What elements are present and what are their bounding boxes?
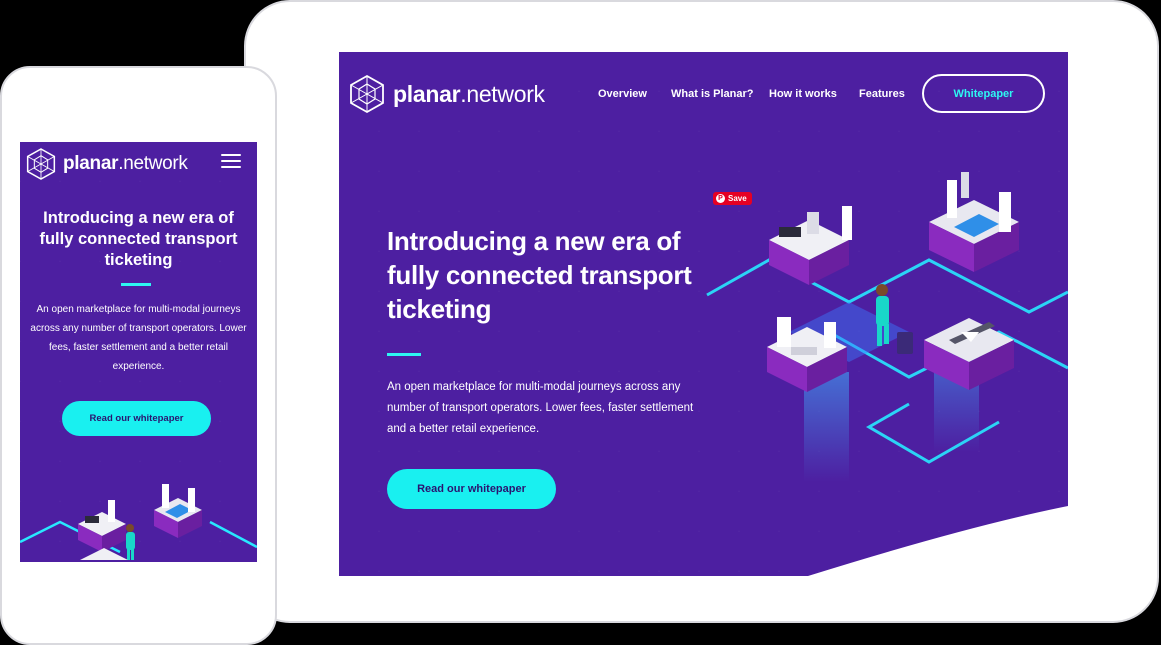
hero-title: Introducing a new era of fully connected… (387, 226, 692, 324)
tablet-screen: planar.network Overview What is Planar? … (339, 52, 1068, 576)
bus-station-block (78, 500, 126, 552)
whitepaper-nav-button[interactable]: Whitepaper (922, 74, 1045, 113)
bus-station-block (769, 206, 852, 285)
brand-wordmark: planar.network (63, 153, 188, 174)
nav-overview[interactable]: Overview (598, 88, 647, 100)
hero-title: Introducing a new era of fully connected… (39, 209, 238, 269)
read-whitepaper-button[interactable]: Read our whitepaper (387, 469, 556, 509)
harbour-block (154, 484, 202, 538)
brand-logo[interactable]: planar.network (26, 147, 188, 181)
hamburger-menu-icon[interactable] (221, 154, 241, 170)
isometric-city-illustration (20, 484, 257, 560)
hero-description: An open marketplace for multi-modal jour… (387, 381, 694, 435)
bottom-curve-decoration (808, 506, 1068, 576)
nav-features[interactable]: Features (859, 88, 905, 100)
phone-screen: planar.network Introducing a new era of … (20, 142, 257, 562)
title-accent-line (387, 353, 421, 356)
title-accent-line (121, 283, 151, 286)
isometric-city-illustration (706, 172, 1068, 482)
nav-how-it-works[interactable]: How it works (769, 88, 837, 100)
traveller-figure (876, 284, 913, 354)
planar-hexagon-logo-icon (26, 148, 56, 180)
nav-what-is-planar[interactable]: What is Planar? (671, 88, 754, 100)
traveller-figure (126, 524, 135, 560)
harbour-block (929, 172, 1019, 272)
planar-hexagon-logo-icon (350, 74, 384, 114)
brand-wordmark: planar.network (393, 80, 545, 107)
brand-logo[interactable]: planar.network (349, 74, 545, 114)
read-whitepaper-button[interactable]: Read our whitepaper (62, 401, 211, 436)
hero-description: An open marketplace for multi-modal jour… (30, 304, 247, 372)
